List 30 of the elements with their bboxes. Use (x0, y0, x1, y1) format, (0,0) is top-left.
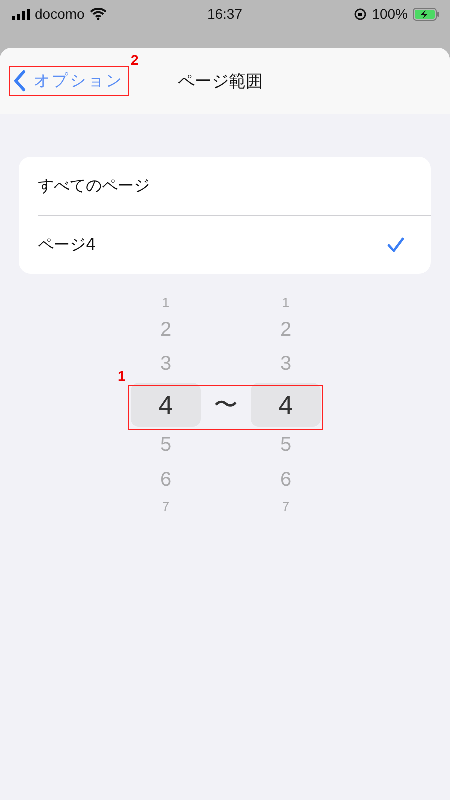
chevron-left-icon (14, 70, 26, 92)
battery-percent: 100% (372, 6, 408, 22)
picker-value[interactable]: 4 (131, 383, 201, 427)
option-row[interactable]: すべてのページ (38, 157, 431, 215)
picker-value[interactable]: 5 (251, 427, 321, 464)
picker-value[interactable]: 7 (131, 496, 201, 518)
clock-time: 16:37 (206, 6, 244, 22)
rotation-lock-icon (354, 8, 368, 20)
annotation-number: 1 (118, 368, 126, 384)
range-separator: 〜 (214, 391, 238, 419)
signal-icon (12, 8, 30, 20)
option-row[interactable]: ページ4 (38, 215, 431, 274)
carrier-name: docomo (35, 6, 85, 22)
annotation-number: 2 (131, 52, 139, 68)
picker-value[interactable]: 3 (131, 346, 201, 383)
picker-value[interactable]: 1 (251, 292, 321, 314)
picker-value[interactable]: 5 (131, 427, 201, 464)
picker-value[interactable]: 1 (131, 292, 201, 314)
picker-value[interactable]: 2 (251, 314, 321, 346)
picker-value[interactable]: 3 (251, 346, 321, 383)
picker-value[interactable]: 4 (251, 383, 321, 427)
wifi-icon (90, 8, 107, 20)
picker-value[interactable]: 7 (251, 496, 321, 518)
picker-value[interactable]: 2 (131, 314, 201, 346)
picker-value[interactable]: 6 (131, 464, 201, 496)
back-button[interactable]: オプション (9, 66, 129, 96)
picker-value[interactable]: 6 (251, 464, 321, 496)
battery-charging-icon (413, 8, 440, 20)
nav-title: ページ範囲 (178, 70, 263, 92)
checkmark-icon (387, 237, 405, 253)
